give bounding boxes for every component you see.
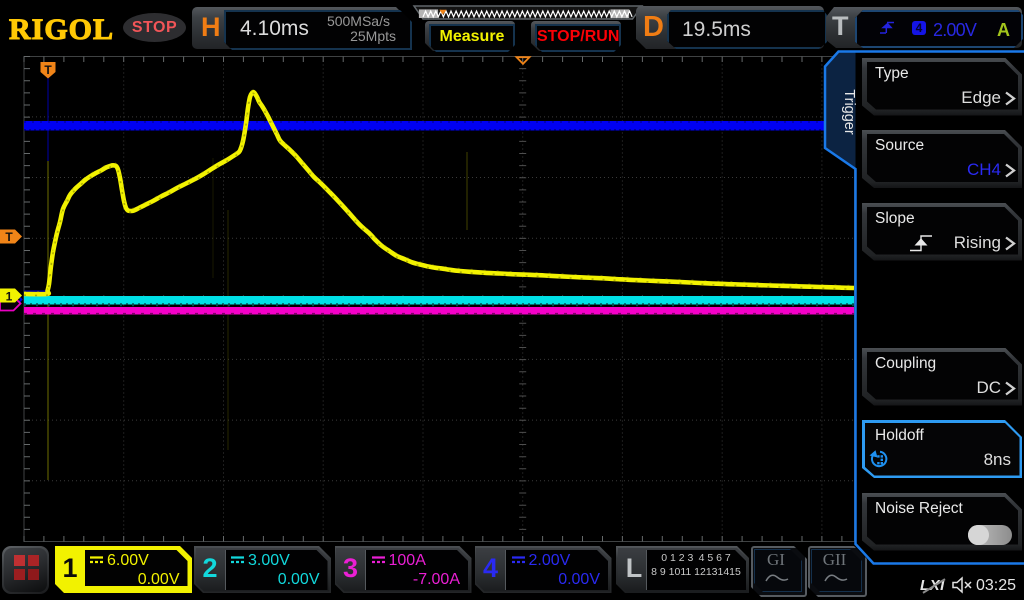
- svg-text:T: T: [44, 63, 52, 77]
- svg-text:Trigger: Trigger: [841, 89, 857, 135]
- svg-text:1: 1: [6, 290, 13, 304]
- svg-text:T: T: [5, 230, 13, 244]
